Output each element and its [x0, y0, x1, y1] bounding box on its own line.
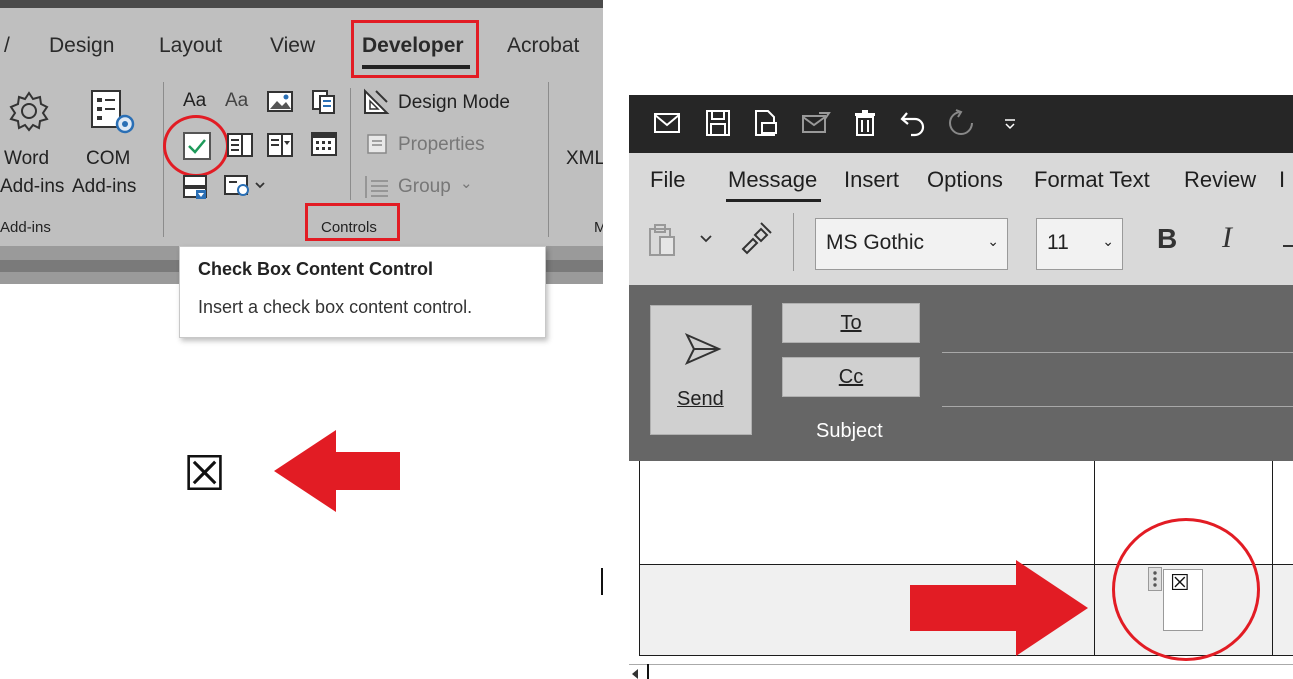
bold-button[interactable]: B	[1157, 223, 1177, 255]
tab-cutoff[interactable]: I	[1279, 167, 1285, 193]
send-receive-icon[interactable]	[801, 111, 831, 135]
tooltip-title: Check Box Content Control	[198, 259, 434, 279]
chevron-down-icon: ⌄	[1102, 233, 1114, 249]
cc-label: Cc	[838, 366, 864, 388]
word-addins-label-2: Add-ins	[0, 176, 65, 197]
message-tab-underline	[726, 199, 821, 202]
to-field[interactable]	[942, 352, 1293, 353]
controls-separator	[350, 88, 351, 200]
cc-button[interactable]: Cc	[782, 357, 920, 397]
plain-text-content-control[interactable]: Aa	[225, 90, 248, 112]
checkbox-highlight-circle	[1112, 518, 1260, 661]
group-icon[interactable]	[362, 173, 392, 201]
com-addins-label-1: COM	[86, 148, 131, 169]
right-arrow-icon	[910, 560, 1090, 656]
com-addins-icon[interactable]	[89, 88, 139, 138]
checkbox-control-highlight	[163, 115, 229, 177]
next-group-label: M	[594, 219, 603, 236]
tooltip-description: Insert a check box content control.	[198, 297, 473, 317]
quick-access-toolbar	[629, 95, 1293, 153]
tab-review[interactable]: Review	[1184, 167, 1256, 193]
font-name-value: MS Gothic	[826, 231, 925, 254]
format-painter-icon[interactable]	[739, 221, 773, 255]
repeating-section-icon[interactable]	[223, 172, 267, 200]
ribbon-separator	[793, 213, 794, 271]
legacy-tools-icon[interactable]	[182, 173, 210, 201]
to-label: To	[840, 312, 862, 334]
controls-label-highlight	[305, 203, 400, 241]
tab-file[interactable]: File	[650, 167, 685, 193]
word-addins-label-1: Word	[4, 148, 50, 169]
scroll-marker	[647, 664, 649, 679]
developer-tab-highlight	[351, 20, 479, 78]
font-size-value: 11	[1047, 231, 1069, 254]
delete-icon[interactable]	[853, 109, 877, 137]
gear-icon[interactable]	[8, 90, 50, 132]
design-mode-icon[interactable]	[362, 88, 390, 116]
tab-format-text[interactable]: Format Text	[1034, 167, 1150, 193]
word-developer-ribbon: / Design Layout View Developer Acrobat W…	[0, 0, 603, 284]
message-header: Send To Cc Subject	[629, 285, 1293, 461]
save-icon[interactable]	[705, 109, 731, 137]
tab-cutoff[interactable]: /	[4, 34, 10, 58]
tab-design[interactable]: Design	[49, 34, 114, 58]
group-separator	[163, 82, 164, 237]
group-button[interactable]: Group	[398, 176, 451, 198]
chevron-down-icon: ⌄	[987, 233, 999, 249]
table-border-middle-2	[1094, 565, 1095, 656]
redo-icon[interactable]	[947, 109, 975, 137]
design-mode-button[interactable]: Design Mode	[398, 92, 510, 114]
customize-toolbar-icon[interactable]	[1003, 117, 1017, 131]
text-cursor	[601, 568, 603, 595]
table-border-right-2	[1272, 565, 1273, 656]
underline-button-partial[interactable]	[1283, 245, 1293, 247]
italic-button[interactable]: I	[1222, 221, 1232, 255]
tab-layout[interactable]: Layout	[159, 34, 222, 58]
undo-icon[interactable]	[899, 109, 927, 137]
chevron-down-icon[interactable]	[699, 233, 713, 245]
rich-text-content-control[interactable]: Aa	[183, 90, 206, 112]
group-separator-2	[548, 82, 549, 237]
chevron-down-icon: ⌄	[460, 175, 473, 192]
addins-group-label: Add-ins	[0, 219, 51, 236]
left-arrow-icon	[272, 430, 402, 512]
checkbox-control-tooltip: Check Box Content Control Insert a check…	[179, 246, 546, 338]
export-pdf-icon[interactable]	[753, 109, 779, 137]
tab-view[interactable]: View	[270, 34, 315, 58]
building-block-gallery-icon[interactable]	[310, 88, 338, 116]
message-body[interactable]: ☒	[629, 461, 1293, 679]
ribbon-top-bar	[0, 0, 603, 8]
cc-field[interactable]	[942, 406, 1293, 407]
scroll-left-icon[interactable]	[631, 669, 639, 679]
outlook-message-window: File Message Insert Options Format Text …	[629, 95, 1293, 679]
xml-mapping-pane-button[interactable]: XML	[566, 148, 603, 170]
send-button[interactable]: Send	[650, 305, 752, 435]
send-icon	[684, 332, 722, 366]
tab-message[interactable]: Message	[728, 167, 817, 193]
subject-label: Subject	[816, 420, 883, 442]
message-ribbon: MS Gothic ⌄ 11 ⌄ B I	[629, 205, 1293, 285]
com-addins-label-2: Add-ins	[72, 176, 137, 197]
mail-icon[interactable]	[653, 111, 681, 135]
picture-content-control-icon[interactable]	[266, 90, 294, 114]
send-label: Send	[677, 388, 724, 410]
tab-insert[interactable]: Insert	[844, 167, 899, 193]
font-name-dropdown[interactable]: MS Gothic ⌄	[815, 218, 1008, 270]
properties-button[interactable]: Properties	[398, 134, 485, 156]
combo-box-content-control-icon[interactable]	[226, 131, 254, 159]
tab-options[interactable]: Options	[927, 167, 1003, 193]
date-picker-content-control-icon[interactable]	[310, 130, 338, 158]
inserted-checkbox[interactable]: ☒	[183, 446, 226, 502]
properties-icon[interactable]	[366, 133, 388, 155]
drop-down-list-content-control-icon[interactable]	[266, 131, 294, 159]
tab-acrobat[interactable]: Acrobat	[507, 34, 579, 58]
to-button[interactable]: To	[782, 303, 920, 343]
paste-icon[interactable]	[646, 223, 678, 259]
font-size-dropdown[interactable]: 11 ⌄	[1036, 218, 1123, 270]
horizontal-scrollbar[interactable]	[629, 664, 1293, 665]
